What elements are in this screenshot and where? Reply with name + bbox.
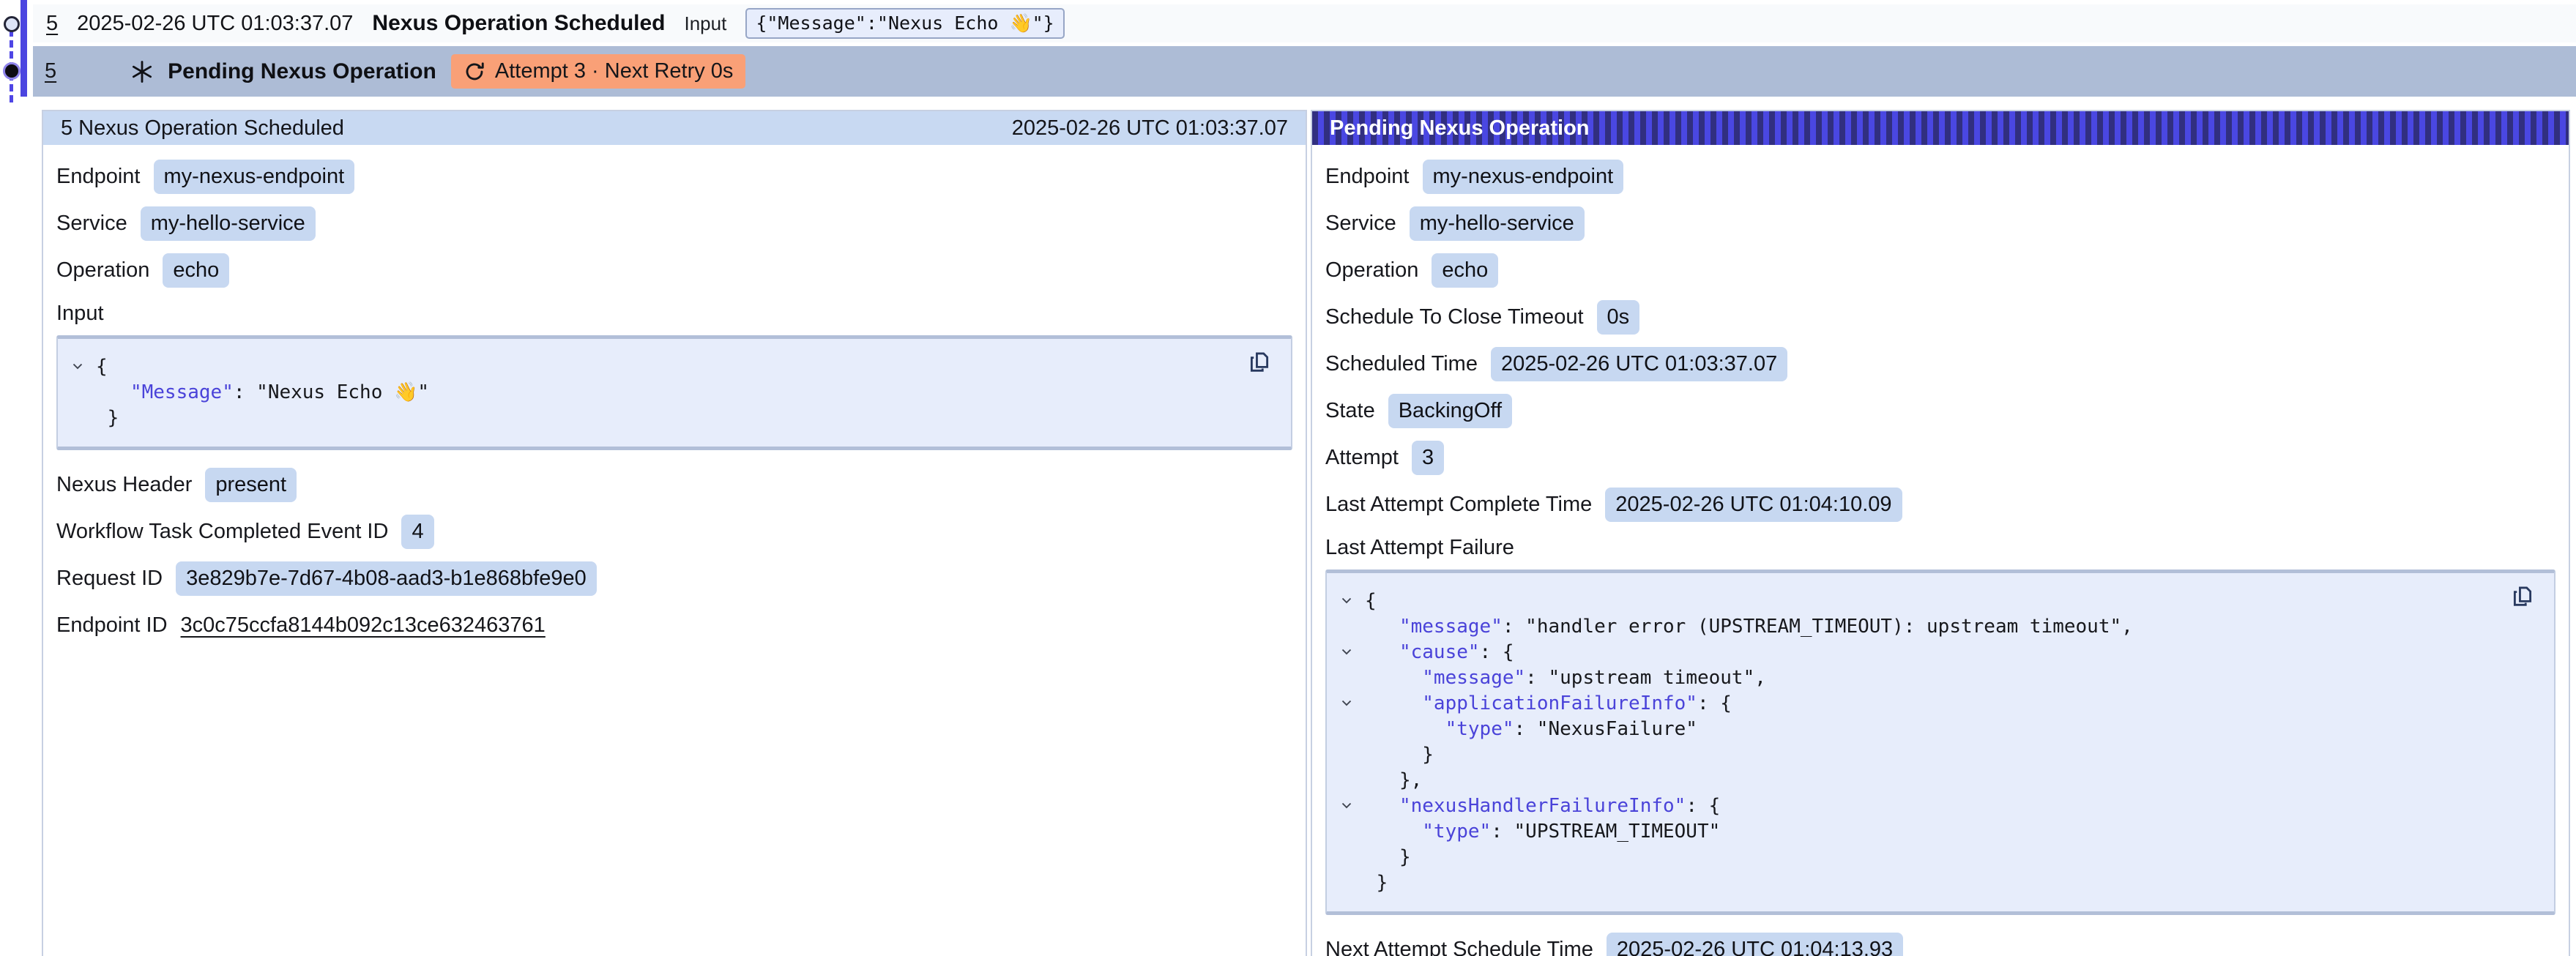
- field-label: Service: [56, 212, 127, 236]
- code-line-text: "message": "handler error (UPSTREAM_TIME…: [1365, 616, 2133, 638]
- field-row: Nexus Header present: [56, 468, 1292, 502]
- field-label: Schedule To Close Timeout: [1325, 305, 1584, 329]
- pending-operation-row[interactable]: 5 Pending Nexus Operation Attempt 3 · Ne…: [33, 46, 2576, 97]
- code-line-text: }: [1365, 744, 1434, 766]
- field-label: Operation: [56, 258, 149, 283]
- event-panel-timestamp: 2025-02-26 UTC 01:03:37.07: [1012, 116, 1288, 141]
- field-label: Last Attempt Complete Time: [1325, 493, 1592, 517]
- endpoint-id-link[interactable]: 3c0c75ccfa8144b092c13ce632463761: [181, 613, 546, 638]
- event-input-label: Input: [685, 12, 727, 35]
- field-row: State BackingOff: [1325, 394, 2555, 428]
- event-summary-row[interactable]: 5 2025-02-26 UTC 01:03:37.07 Nexus Opera…: [33, 4, 2576, 42]
- field-value-badge: my-hello-service: [141, 206, 316, 241]
- field-value-badge: present: [205, 468, 297, 502]
- field-value-badge: 2025-02-26 UTC 01:03:37.07: [1491, 347, 1787, 381]
- pending-id-link[interactable]: 5: [45, 59, 56, 83]
- field-row: Scheduled Time 2025-02-26 UTC 01:03:37.0…: [1325, 347, 2555, 381]
- chevron-down-icon[interactable]: [1337, 596, 1365, 605]
- next-attempt-label: Next Attempt Schedule Time: [1325, 938, 1593, 956]
- asterisk-icon: [130, 59, 156, 85]
- next-attempt-value-badge: 2025-02-26 UTC 01:04:13.93: [1607, 933, 1903, 956]
- field-label: Scheduled Time: [1325, 352, 1478, 376]
- code-line-text: "cause": {: [1365, 641, 1514, 663]
- event-panel-header: 5 Nexus Operation Scheduled 2025-02-26 U…: [43, 111, 1306, 145]
- code-line-text: "type": "UPSTREAM_TIMEOUT": [1365, 821, 1720, 843]
- endpoint-id-row: Endpoint ID 3c0c75ccfa8144b092c13ce63246…: [56, 608, 1292, 642]
- field-row: Operation echo: [56, 253, 1292, 288]
- event-timestamp: 2025-02-26 UTC 01:03:37.07: [77, 12, 353, 36]
- field-row: Request ID 3e829b7e-7d67-4b08-aad3-b1e86…: [56, 561, 1292, 596]
- endpoint-id-label: Endpoint ID: [56, 613, 168, 638]
- field-label: State: [1325, 399, 1375, 423]
- pending-title: Pending Nexus Operation: [168, 59, 436, 84]
- field-value-badge: 0s: [1597, 300, 1640, 335]
- field-value-badge: 4: [401, 515, 433, 549]
- field-row: Attempt 3: [1325, 441, 2555, 475]
- field-row: Service my-hello-service: [56, 206, 1292, 241]
- input-code-block: { "Message": "Nexus Echo 👋" }: [56, 335, 1292, 450]
- copy-icon[interactable]: [1246, 349, 1273, 377]
- code-line-text: "nexusHandlerFailureInfo": {: [1365, 795, 1720, 817]
- field-row: Operation echo: [1325, 253, 2555, 288]
- code-line-text: "Message": "Nexus Echo 👋": [96, 381, 429, 403]
- failure-code-block: { "message": "handler error (UPSTREAM_TI…: [1325, 570, 2555, 915]
- field-label: Operation: [1325, 258, 1418, 283]
- field-row: Schedule To Close Timeout 0s: [1325, 300, 2555, 335]
- field-label: Endpoint: [56, 165, 141, 189]
- circular-arrow-icon: [464, 61, 485, 83]
- field-label: Attempt: [1325, 446, 1399, 470]
- code-line-text: {: [96, 356, 108, 378]
- chevron-down-icon[interactable]: [68, 362, 96, 371]
- retry-badge-label: Attempt 3 · Next Retry 0s: [495, 59, 734, 83]
- field-value-badge: echo: [1432, 253, 1498, 288]
- field-value-badge: my-hello-service: [1410, 206, 1585, 241]
- timeline-rail: [21, 0, 27, 97]
- timeline-marker-open-icon: [4, 16, 20, 32]
- chevron-down-icon[interactable]: [1337, 698, 1365, 708]
- field-value-badge: 3: [1412, 441, 1444, 475]
- chevron-down-icon[interactable]: [1337, 647, 1365, 657]
- input-section-label: Input: [56, 300, 1292, 326]
- pending-operation-panel: Pending Nexus Operation Endpoint my-nexu…: [1311, 110, 2570, 956]
- field-value-badge: 3e829b7e-7d67-4b08-aad3-b1e868bfe9e0: [176, 561, 597, 596]
- copy-icon[interactable]: [2509, 583, 2536, 611]
- field-value-badge: my-nexus-endpoint: [154, 160, 355, 194]
- event-input-chip: {"Message":"Nexus Echo 👋"}: [745, 8, 1064, 39]
- field-value-badge: echo: [163, 253, 229, 288]
- code-line-text: "message": "upstream timeout",: [1365, 667, 1766, 689]
- field-row: Workflow Task Completed Event ID 4: [56, 515, 1292, 549]
- pending-panel-header: Pending Nexus Operation: [1312, 111, 2569, 145]
- code-line-text: }: [1365, 872, 1388, 894]
- field-label: Service: [1325, 212, 1396, 236]
- field-label: Nexus Header: [56, 473, 192, 497]
- pending-panel-title: Pending Nexus Operation: [1330, 116, 1590, 141]
- event-title: Nexus Operation Scheduled: [372, 11, 665, 36]
- event-id-link[interactable]: 5: [46, 12, 58, 36]
- field-row: Endpoint my-nexus-endpoint: [1325, 160, 2555, 194]
- field-row: Service my-hello-service: [1325, 206, 2555, 241]
- code-line-text: "applicationFailureInfo": {: [1365, 692, 1732, 714]
- field-value-badge: my-nexus-endpoint: [1423, 160, 1624, 194]
- field-row: Endpoint my-nexus-endpoint: [56, 160, 1292, 194]
- field-label: Request ID: [56, 567, 163, 591]
- field-row: Last Attempt Complete Time 2025-02-26 UT…: [1325, 488, 2555, 522]
- code-line-text: }: [1365, 846, 1411, 868]
- event-detail-panel: 5 Nexus Operation Scheduled 2025-02-26 U…: [42, 110, 1307, 956]
- timeline-marker-filled-icon: [3, 62, 21, 80]
- field-value-badge: BackingOff: [1388, 394, 1512, 428]
- code-line-text: }: [96, 407, 119, 429]
- code-line-text: "type": "NexusFailure": [1365, 718, 1697, 740]
- retry-badge: Attempt 3 · Next Retry 0s: [451, 54, 746, 89]
- failure-section-label: Last Attempt Failure: [1325, 534, 2555, 561]
- code-line-text: },: [1365, 769, 1422, 791]
- field-label: Workflow Task Completed Event ID: [56, 520, 388, 544]
- field-value-badge: 2025-02-26 UTC 01:04:10.09: [1605, 488, 1902, 522]
- event-panel-title: 5 Nexus Operation Scheduled: [61, 116, 344, 141]
- field-label: Endpoint: [1325, 165, 1410, 189]
- next-attempt-row: Next Attempt Schedule Time 2025-02-26 UT…: [1325, 933, 2555, 956]
- chevron-down-icon[interactable]: [1337, 801, 1365, 810]
- code-line-text: {: [1365, 590, 1377, 612]
